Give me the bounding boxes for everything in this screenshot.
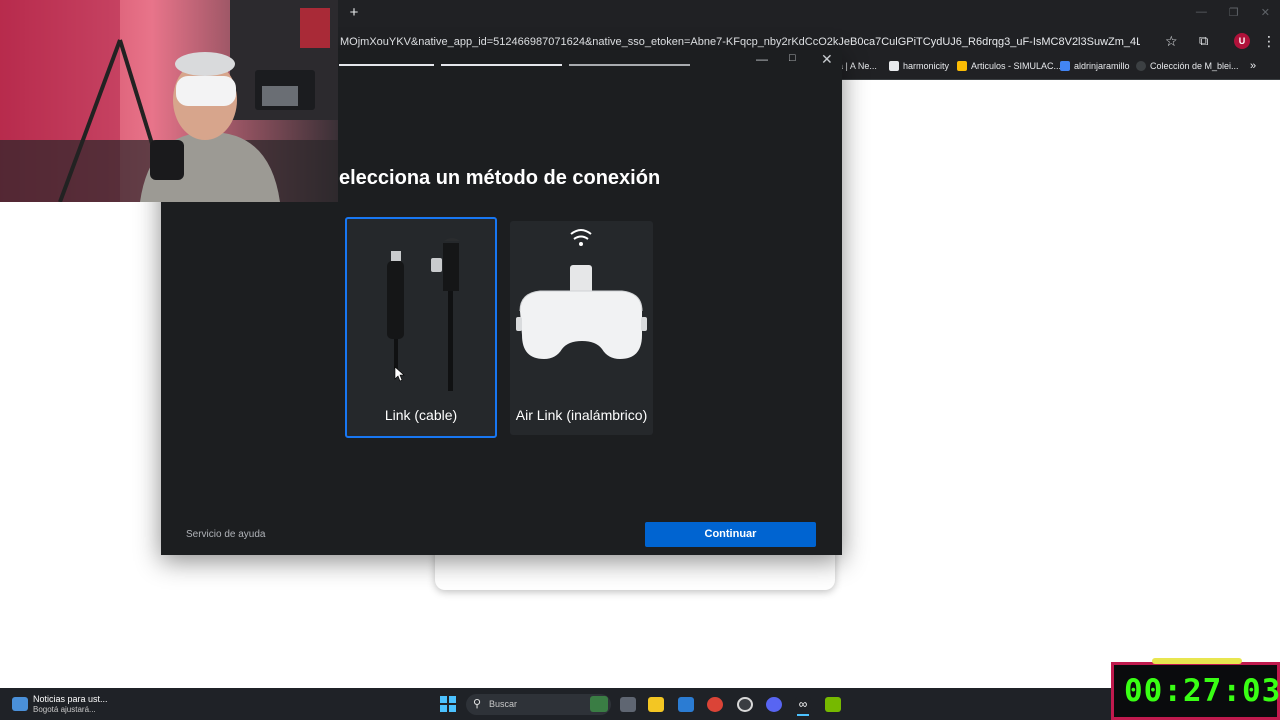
bookmark-item[interactable]: Articulos - SIMULAC... [957, 61, 1061, 71]
progress-step-1 [339, 64, 434, 66]
browser-minimize-icon[interactable]: — [1196, 6, 1207, 19]
browser-restore-icon[interactable]: ❐ [1229, 6, 1239, 19]
webcam-feed-image [0, 0, 338, 202]
news-widget-title[interactable]: Noticias para ust... [33, 694, 108, 704]
dialog-maximize-icon[interactable]: □ [789, 52, 796, 64]
dialog-close-icon[interactable]: ✕ [821, 51, 833, 68]
search-highlight-icon [590, 696, 608, 712]
drive-icon [957, 61, 967, 71]
browser-window-controls: — ❐ ✕ [1196, 6, 1270, 19]
file-explorer-icon[interactable] [648, 697, 664, 712]
option-label: Air Link (inalámbrico) [515, 407, 648, 423]
browser-menu-icon[interactable]: ⋮ [1262, 33, 1276, 50]
quest-headset-wifi-icon [516, 229, 647, 359]
windows-taskbar [0, 688, 1280, 720]
progress-step-2 [441, 64, 562, 66]
help-link[interactable]: Servicio de ayuda [186, 529, 266, 540]
search-icon: ⚲ [473, 698, 482, 710]
timer-accent-bar [1152, 658, 1242, 664]
news-widget-icon[interactable] [12, 697, 28, 711]
taskbar-search-placeholder: Buscar [489, 699, 518, 709]
start-tile [440, 696, 447, 703]
extensions-icon[interactable]: ⧉ [1199, 33, 1208, 49]
bookmark-favicon-icon [1136, 61, 1146, 71]
usb-c-cable-icon [387, 238, 460, 391]
start-tile [449, 705, 456, 712]
bookmark-item[interactable]: aldrinjaramillo [1060, 61, 1130, 71]
store-icon[interactable] [678, 697, 694, 712]
url-field[interactable]: MOjmXouYKV&native_app_id=512466987071624… [340, 36, 1140, 48]
option-air-link[interactable]: Air Link (inalámbrico) [510, 221, 653, 435]
bookmark-item[interactable]: a | A Ne... [838, 61, 877, 71]
meta-icon[interactable]: ∞ [795, 697, 811, 712]
new-tab-button[interactable]: + [346, 5, 362, 21]
obs-icon[interactable] [737, 697, 753, 712]
continue-button[interactable]: Continuar [645, 522, 816, 547]
bookmark-item[interactable]: harmonicity [889, 61, 949, 71]
option-label: Link (cable) [384, 407, 458, 423]
bookmark-star-icon[interactable]: ☆ [1165, 33, 1178, 50]
bookmark-favicon-icon [889, 61, 899, 71]
dialog-minimize-icon[interactable]: — [756, 52, 768, 66]
dialog-heading: elecciona un método de conexión [339, 167, 661, 189]
bookmark-favicon-icon [1060, 61, 1070, 71]
browser-close-icon[interactable]: ✕ [1261, 6, 1270, 19]
timer-value: 00:27:03 [1124, 673, 1280, 709]
nvidia-icon[interactable] [825, 697, 841, 712]
start-button[interactable] [440, 696, 456, 712]
active-app-indicator [797, 714, 809, 716]
webcam-overlay [0, 0, 338, 202]
bookmark-item[interactable]: Colección de M_blei... [1136, 61, 1239, 71]
option-link-cable[interactable]: Link (cable) [345, 217, 497, 438]
start-tile [440, 705, 447, 712]
task-view-icon[interactable] [620, 697, 636, 712]
discord-icon[interactable] [766, 697, 782, 712]
profile-avatar[interactable]: U [1234, 33, 1250, 49]
start-tile [449, 696, 456, 703]
progress-step-3 [569, 64, 690, 66]
more-bookmarks-icon[interactable]: » [1250, 60, 1256, 72]
news-widget-subtitle[interactable]: Bogotá ajustará... [33, 705, 96, 714]
chrome-icon[interactable] [707, 697, 723, 712]
